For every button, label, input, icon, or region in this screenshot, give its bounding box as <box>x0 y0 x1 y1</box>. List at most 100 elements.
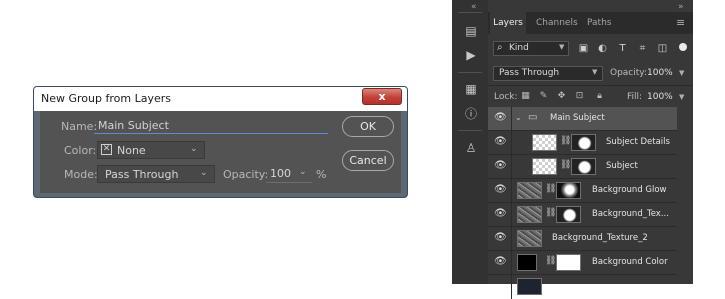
tab-layers[interactable]: Layers <box>490 12 526 34</box>
layer-list: 👁︎ ⌄ ▭ Main Subject 👁︎ ⛓︎ Subject Detail… <box>488 107 693 299</box>
clone-source-icon[interactable]: ♙ <box>464 141 478 155</box>
mask-thumbnail[interactable] <box>556 254 581 271</box>
divider <box>458 12 482 13</box>
layer-thumbnail <box>532 134 557 151</box>
layer-thumbnail <box>517 182 542 199</box>
shape-filter-icon[interactable]: ⌗ <box>636 42 649 55</box>
name-input[interactable] <box>94 117 328 134</box>
layer-row-main-subject[interactable]: 👁︎ ⌄ ▭ Main Subject <box>488 107 677 131</box>
chevron-down-icon: ⌄ <box>190 144 198 154</box>
close-icon: x <box>378 90 386 103</box>
opacity-label: Opacity: <box>610 68 647 78</box>
filter-kind-select[interactable]: ⌕ Kind ▼ <box>493 41 569 56</box>
folder-icon: ▭ <box>528 112 538 123</box>
mask-thumbnail[interactable] <box>556 206 581 223</box>
opacity-value[interactable]: 100% <box>647 68 673 78</box>
layer-name: Background Color <box>592 257 668 267</box>
layer-row-background-texture[interactable]: 👁︎ ⛓︎ Background_Tex... <box>488 203 677 227</box>
filter-kind-value: Kind <box>509 43 529 53</box>
blend-mode-value: Pass Through <box>499 68 560 78</box>
eye-icon[interactable]: 👁︎ <box>494 185 507 195</box>
properties-icon[interactable]: ▦ <box>464 82 478 96</box>
mode-label: Mode: <box>64 168 98 181</box>
layer-row-background-texture-2[interactable]: 👁︎ Background_Texture_2 <box>488 227 677 251</box>
filter-toggle[interactable] <box>679 43 687 51</box>
layer-row-partial[interactable] <box>488 275 677 299</box>
mask-thumbnail[interactable] <box>571 134 596 151</box>
layer-thumbnail <box>517 230 542 247</box>
opacity-input[interactable]: 100 ⌄ <box>266 165 312 183</box>
opacity-label: Opacity: <box>223 168 269 181</box>
visibility-column: 👁︎ <box>488 107 512 130</box>
layer-name: Background_Texture_2 <box>552 233 648 243</box>
collapse-arrows-icon[interactable]: » <box>678 2 684 12</box>
cancel-button[interactable]: Cancel <box>342 150 394 171</box>
layer-thumbnail <box>517 278 542 295</box>
eye-icon[interactable]: 👁︎ <box>494 137 507 147</box>
collapse-arrows-icon[interactable]: « <box>471 2 477 12</box>
smart-object-filter-icon[interactable]: ◫ <box>656 42 669 55</box>
layer-thumbnail <box>517 206 542 223</box>
lock-artboard-icon[interactable]: ⊡ <box>574 91 585 102</box>
color-value: None <box>117 144 146 157</box>
visibility-column: 👁︎ <box>488 155 512 178</box>
close-button[interactable]: x <box>362 88 402 105</box>
eye-icon[interactable]: 👁︎ <box>494 161 507 171</box>
link-icon[interactable]: ⛓︎ <box>545 208 556 218</box>
color-select[interactable]: ✕ None ⌄ <box>97 141 205 159</box>
mode-value: Pass Through <box>105 168 179 181</box>
lock-transparency-icon[interactable]: ▦ <box>520 91 531 102</box>
chevron-down-icon[interactable]: ▼ <box>679 93 684 101</box>
panel-menu-icon[interactable]: ≡ <box>676 16 685 29</box>
tab-paths[interactable]: Paths <box>587 18 611 28</box>
layer-row-subject[interactable]: 👁︎ ⛓︎ Subject <box>488 155 677 179</box>
layer-row-background-color[interactable]: 👁︎ ⛓︎ Background Color <box>488 251 677 275</box>
name-label: Name: <box>61 120 98 133</box>
info-icon[interactable]: ⓘ <box>464 107 478 121</box>
layer-name: Subject Details <box>606 137 670 147</box>
link-icon[interactable]: ⛓︎ <box>545 256 556 266</box>
visibility-column: 👁︎ <box>488 227 512 250</box>
eye-icon[interactable]: 👁︎ <box>494 209 507 219</box>
pixel-filter-icon[interactable]: ▣ <box>577 42 590 55</box>
lock-image-icon[interactable]: ✎ <box>538 91 549 102</box>
dialog-body: Name: Color: ✕ None ⌄ Mode: Pass Through… <box>40 111 401 193</box>
layer-row-subject-details[interactable]: 👁︎ ⛓︎ Subject Details <box>488 131 677 155</box>
link-icon[interactable]: ⛓︎ <box>560 160 571 170</box>
lock-all-icon[interactable]: 🔒︎ <box>594 91 605 102</box>
visibility-column <box>488 275 512 299</box>
ok-button[interactable]: OK <box>342 116 394 137</box>
mask-thumbnail[interactable] <box>556 182 581 199</box>
eye-icon[interactable]: 👁︎ <box>494 257 507 267</box>
new-group-dialog: New Group from Layers x Name: Color: ✕ N… <box>33 86 408 198</box>
adjustment-filter-icon[interactable]: ◐ <box>596 42 609 55</box>
opacity-value: 100 <box>270 167 291 180</box>
layer-row-background-glow[interactable]: 👁︎ ⛓︎ Background Glow <box>488 179 677 203</box>
blend-mode-select[interactable]: Pass Through ▼ <box>493 66 603 81</box>
brush-settings-icon[interactable]: ▤ <box>464 24 478 38</box>
dialog-titlebar: New Group from Layers x <box>34 87 407 111</box>
dialog-title: New Group from Layers <box>41 92 171 105</box>
divider <box>488 85 693 86</box>
chevron-down-icon[interactable]: ▼ <box>679 69 684 77</box>
layer-thumbnail <box>532 158 557 175</box>
tab-channels[interactable]: Channels <box>536 18 578 28</box>
lock-position-icon[interactable]: ✥ <box>556 91 567 102</box>
visibility-column: 👁︎ <box>488 251 512 274</box>
search-icon: ⌕ <box>497 42 503 53</box>
type-filter-icon[interactable]: T <box>616 42 629 55</box>
link-icon[interactable]: ⛓︎ <box>560 136 571 146</box>
link-icon[interactable]: ⛓︎ <box>545 184 556 194</box>
background <box>693 0 725 284</box>
eye-icon[interactable]: 👁︎ <box>494 113 507 123</box>
eye-icon[interactable]: 👁︎ <box>494 233 507 243</box>
chevron-down-icon[interactable]: ⌄ <box>299 167 307 177</box>
chevron-down-icon: ▼ <box>592 68 598 76</box>
mask-thumbnail[interactable] <box>571 158 596 175</box>
mode-select[interactable]: Pass Through ⌄ <box>97 165 215 183</box>
play-icon[interactable]: ▶ <box>464 48 478 62</box>
fill-value[interactable]: 100% <box>647 92 673 102</box>
chevron-down-icon[interactable]: ⌄ <box>515 113 522 122</box>
layer-name: Background_Tex... <box>592 209 669 219</box>
layer-name: Main Subject <box>550 113 605 123</box>
